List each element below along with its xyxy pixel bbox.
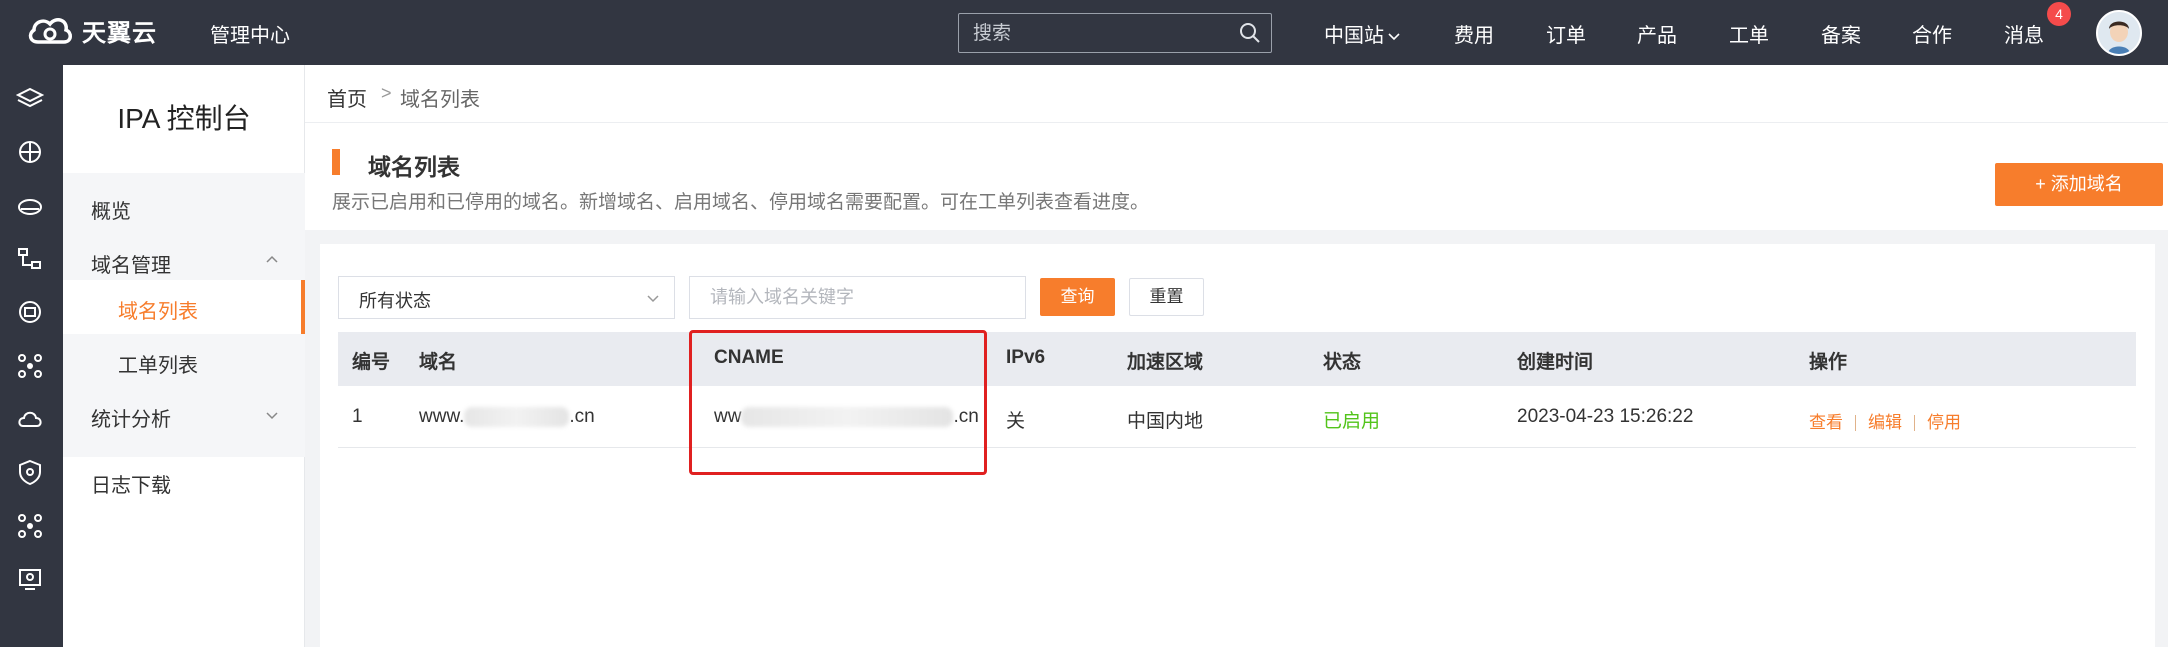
sidebar: IPA 控制台 概览 域名管理 域名列表 工单列表 统计分析 日志下载 <box>63 65 305 647</box>
status-filter-value: 所有状态 <box>359 291 431 311</box>
console-title: IPA 控制台 <box>117 103 251 134</box>
global-search[interactable] <box>958 13 1272 53</box>
brand-logo[interactable]: 天翼云 <box>26 12 157 48</box>
nav-filing[interactable]: 备案 <box>1821 19 1861 48</box>
status-filter-select[interactable]: 所有状态 <box>338 276 675 319</box>
breadcrumb-current: 域名列表 <box>400 89 480 111</box>
cell-actions: 查看 编辑 停用 <box>1809 408 1961 434</box>
cell-domain: www. .cn <box>419 406 595 428</box>
cell-created: 2023-04-23 15:26:22 <box>1517 406 1694 427</box>
col-status: 状态 <box>1323 352 1362 373</box>
console-link[interactable]: 管理中心 <box>210 19 290 48</box>
search-input[interactable] <box>973 22 1223 46</box>
sidebar-item-overview[interactable]: 概览 <box>91 195 131 224</box>
add-domain-button[interactable]: + 添加域名 <box>1995 163 2163 206</box>
breadcrumb-separator: > <box>381 83 392 103</box>
title-accent-bar <box>332 149 340 175</box>
sidebar-item-ticket-list[interactable]: 工单列表 <box>118 349 198 378</box>
disable-link[interactable]: 停用 <box>1927 413 1961 432</box>
message-count-badge: 4 <box>2047 2 2071 26</box>
shield-icon[interactable] <box>16 458 44 486</box>
nav-china-site[interactable]: 中国站 <box>1324 19 1401 48</box>
cell-id: 1 <box>352 406 363 427</box>
page-description: 展示已启用和已停用的域名。新增域名、启用域名、停用域名需要配置。可在工单列表查看… <box>332 192 1150 213</box>
sidebar-item-log-download[interactable]: 日志下载 <box>91 469 171 498</box>
cell-region: 中国内地 <box>1127 411 1204 432</box>
page-header: 域名列表 展示已启用和已停用的域名。新增域名、启用域名、停用域名需要配置。可在工… <box>305 123 2168 230</box>
sidebar-item-stats[interactable]: 统计分析 <box>91 403 171 432</box>
user-avatar[interactable] <box>2096 10 2142 56</box>
sidebar-item-domain-list[interactable]: 域名列表 <box>118 295 198 324</box>
nav-products[interactable]: 产品 <box>1637 19 1677 48</box>
cell-ipv6: 关 <box>1006 411 1026 432</box>
nav-cooperation[interactable]: 合作 <box>1912 19 1952 48</box>
reset-button[interactable]: 重置 <box>1129 278 1204 316</box>
product-icon-rail <box>0 65 63 647</box>
col-actions: 操作 <box>1809 352 1848 373</box>
database-icon[interactable] <box>16 298 44 326</box>
topology-icon[interactable] <box>16 245 44 273</box>
col-id: 编号 <box>352 352 391 373</box>
query-button[interactable]: 查询 <box>1040 278 1115 316</box>
nav-messages[interactable]: 消息 <box>2004 19 2044 48</box>
cloud-storage-icon[interactable] <box>16 192 44 220</box>
top-navbar: 天翼云 管理中心 中国站 费用 订单 产品 工单 备案 合作 消息 4 <box>0 0 2168 65</box>
brand-name: 天翼云 <box>82 19 157 47</box>
action-divider <box>1914 414 1915 431</box>
cname-highlight-box <box>689 330 987 475</box>
chevron-down-icon[interactable] <box>265 408 279 422</box>
monitor-icon[interactable] <box>16 565 44 593</box>
nav-tickets[interactable]: 工单 <box>1729 19 1769 48</box>
nav-china-site-label: 中国站 <box>1324 25 1384 47</box>
domain-keyword-input[interactable] <box>689 276 1026 319</box>
domain-prefix: www. <box>419 406 465 427</box>
chevron-up-icon[interactable] <box>265 253 279 267</box>
domain-list-panel: 所有状态 查询 重置 编号 域名 CNAME IPv6 加速区域 状态 创建时间… <box>320 244 2155 647</box>
action-divider <box>1855 414 1856 431</box>
search-icon[interactable] <box>1239 22 1261 44</box>
chevron-down-icon <box>1388 33 1400 41</box>
nodes-icon[interactable] <box>16 512 44 540</box>
col-created: 创建时间 <box>1517 352 1594 373</box>
cluster-icon[interactable] <box>16 352 44 380</box>
view-link[interactable]: 查看 <box>1809 413 1843 432</box>
col-domain: 域名 <box>419 352 458 373</box>
cloud-logo-icon <box>28 18 72 44</box>
col-ipv6: IPv6 <box>1006 347 1046 368</box>
page-title: 域名列表 <box>368 154 460 180</box>
cloud-sync-icon[interactable] <box>16 405 44 433</box>
breadcrumb-home[interactable]: 首页 <box>327 83 367 112</box>
sidebar-menu: 概览 域名管理 域名列表 工单列表 统计分析 <box>63 173 305 457</box>
table-row: 1 www. .cn ww .cn 关 中国内地 已启用 2023-04-23 15… <box>338 386 2136 448</box>
nav-orders[interactable]: 订单 <box>1546 19 1586 48</box>
domain-suffix: .cn <box>569 406 595 427</box>
layers-icon[interactable] <box>16 85 44 113</box>
table-header: 编号 域名 CNAME IPv6 加速区域 状态 创建时间 操作 <box>338 332 2136 386</box>
breadcrumb: 首页 > 域名列表 <box>305 65 2168 123</box>
status-badge: 已启用 <box>1323 411 1381 432</box>
col-region: 加速区域 <box>1127 352 1204 373</box>
chevron-down-icon <box>647 295 659 303</box>
nav-fees[interactable]: 费用 <box>1454 19 1494 48</box>
sidebar-item-domain-mgmt[interactable]: 域名管理 <box>91 249 171 278</box>
redacted-blur <box>464 406 570 427</box>
user-avatar-icon <box>2098 12 2140 54</box>
edit-link[interactable]: 编辑 <box>1868 413 1902 432</box>
network-globe-icon[interactable] <box>16 138 44 166</box>
